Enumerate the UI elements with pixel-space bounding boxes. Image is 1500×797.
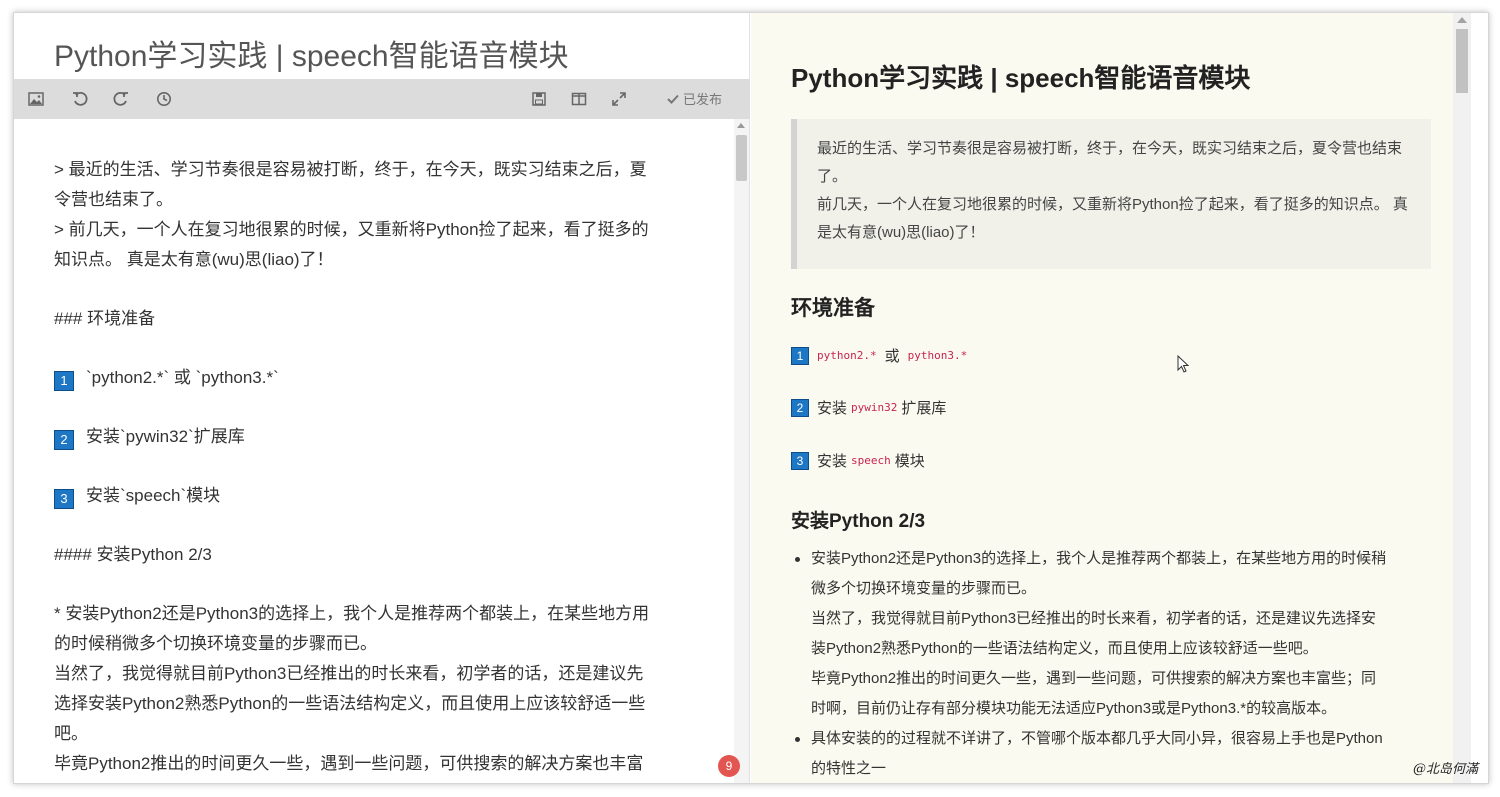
list-line: 时啊，目前仍让存有部分模块功能无法适应Python3或是Python3.*的较高… [811, 700, 1337, 717]
md-line: 知识点。 真是太有意(wu)思(liao)了！ [54, 250, 334, 269]
list-line: 具体安装的的过程就不详讲了，不管哪个版本都几乎大同小异，很容易上手也是Pytho… [811, 730, 1383, 747]
md-line: 2 安装`pywin32`扩展库 [54, 422, 696, 452]
scroll-up-icon[interactable] [737, 123, 745, 128]
md-line: 当然了，我觉得就目前Python3已经推出的时长来看，初学者的话，还是建议先 [54, 664, 644, 683]
number-badge: 3 [54, 489, 74, 509]
history-icon[interactable] [152, 87, 176, 111]
notification-badge[interactable]: 9 [718, 755, 740, 777]
md-line: > 最近的生活、学习节奏很是容易被打断，终于，在今天，既实习结束之后，夏 [54, 160, 647, 179]
md-line: 3 安装`speech`模块 [54, 481, 696, 511]
markdown-textarea[interactable]: > 最近的生活、学习节奏很是容易被打断，终于，在今天，既实习结束之后，夏 令营也… [14, 119, 736, 783]
md-line: 1 `python2.*` 或 `python3.*` [54, 363, 696, 393]
subsection-heading: 安装Python 2/3 [791, 511, 926, 532]
quote-paragraph: 最近的生活、学习节奏很是容易被打断，终于，在今天，既实习结束之后，夏令营也结束了… [817, 140, 1403, 185]
check-icon [667, 94, 679, 104]
inline-code: pywin32 [851, 401, 898, 414]
md-text: 安装`pywin32`扩展库 [86, 427, 245, 446]
app-window: Python学习实践 | speech智能语音模块 已发布 > 最近的生活、学习… [13, 12, 1489, 784]
undo-icon[interactable] [68, 87, 92, 111]
markdown-editor-pane: Python学习实践 | speech智能语音模块 已发布 > 最近的生活、学习… [14, 13, 750, 783]
inline-code: speech [851, 454, 891, 467]
image-icon[interactable] [24, 87, 48, 111]
save-icon[interactable] [527, 87, 551, 111]
env-item: 1 python2.* 或 python3.* [791, 345, 967, 366]
number-badge: 3 [791, 451, 809, 470]
list-line: 微多个切换环境变量的步骤而已。 [811, 580, 1037, 597]
watermark: @北岛何滿 [1412, 762, 1478, 777]
md-text: 安装`speech`模块 [86, 486, 221, 505]
md-line: 的时候稍微多个切换环境变量的步骤而已。 [54, 634, 377, 653]
quote-paragraph: 前几天，一个人在复习地很累的时候，又重新将Python捡了起来，看了挺多的知识点… [817, 196, 1408, 241]
inline-code: python3.* [907, 349, 968, 362]
list-line: 装Python2熟悉Python的一些语法结构定义，而且使用上应该较舒适一些吧。 [811, 640, 1318, 657]
inline-code: python2.* [817, 349, 877, 362]
md-line: 毕竟Python2推出的时间更久一些，遇到一些问题，可供搜索的解决方案也丰富 [54, 754, 644, 773]
fullscreen-icon[interactable] [607, 87, 631, 111]
md-line: 令营也结束了。 [54, 190, 173, 209]
md-line: 吧。 [54, 724, 88, 743]
scroll-thumb[interactable] [1456, 29, 1468, 93]
item-text: 安装 [817, 453, 848, 470]
list-line: 当然了，我觉得就目前Python3已经推出的时长来看，初学者的话，还是建议先选择… [811, 610, 1377, 627]
md-text: `python2.*` 或 `python3.*` [86, 368, 279, 387]
scroll-thumb[interactable] [736, 135, 747, 181]
number-badge: 1 [791, 346, 809, 365]
md-line: * 安装Python2还是Python3的选择上，我个人是推荐两个都装上，在某些… [54, 604, 650, 623]
list-item: 安装Python2还是Python3的选择上，我个人是推荐两个都装上，在某些地方… [791, 544, 1421, 724]
number-badge: 2 [791, 398, 809, 417]
preview-title: Python学习实践 | speech智能语音模块 [791, 63, 1251, 93]
md-line: ### 环境准备 [54, 309, 156, 328]
list-line: 毕竟Python2推出的时间更久一些，遇到一些问题，可供搜索的解决方案也丰富些；… [811, 670, 1377, 687]
editor-scrollbar[interactable] [734, 119, 749, 783]
list-line: 的特性之一 [811, 760, 887, 777]
md-line: > 前几天，一个人在复习地很累的时候，又重新将Python捡了起来，看了挺多的 [54, 220, 649, 239]
preview-pane: Python学习实践 | speech智能语音模块 最近的生活、学习节奏很是容易… [751, 13, 1471, 783]
item-text: 或 [884, 348, 900, 365]
blockquote: 最近的生活、学习节奏很是容易被打断，终于，在今天，既实习结束之后，夏令营也结束了… [791, 119, 1431, 269]
published-button[interactable]: 已发布 [667, 89, 722, 108]
mouse-cursor-icon [1177, 355, 1190, 373]
number-badge: 1 [54, 371, 74, 391]
item-text: 模块 [894, 453, 925, 470]
md-line: 选择安装Python2熟悉Python的一些语法结构定义，而且使用上应该较舒适一… [54, 694, 646, 713]
preview-scrollbar[interactable] [1453, 13, 1471, 783]
number-badge: 2 [54, 430, 74, 450]
redo-icon[interactable] [109, 87, 133, 111]
article-title-input[interactable]: Python学习实践 | speech智能语音模块 [54, 31, 569, 75]
editor-toolbar: 已发布 [14, 79, 750, 119]
md-line: #### 安装Python 2/3 [54, 545, 212, 564]
item-text: 扩展库 [901, 400, 947, 417]
item-text: 安装 [817, 400, 848, 417]
scroll-up-icon[interactable] [1457, 17, 1467, 23]
list-item: 具体安装的的过程就不详讲了，不管哪个版本都几乎大同小异，很容易上手也是Pytho… [791, 724, 1421, 783]
env-item: 3 安装 speech 模块 [791, 450, 925, 471]
list-line: 安装Python2还是Python3的选择上，我个人是推荐两个都装上，在某些地方… [811, 550, 1387, 567]
published-label: 已发布 [682, 93, 722, 108]
split-view-icon[interactable] [567, 87, 591, 111]
env-item: 2 安装 pywin32 扩展库 [791, 397, 946, 418]
bullet-list: 安装Python2还是Python3的选择上，我个人是推荐两个都装上，在某些地方… [791, 544, 1421, 783]
section-heading: 环境准备 [791, 297, 875, 320]
